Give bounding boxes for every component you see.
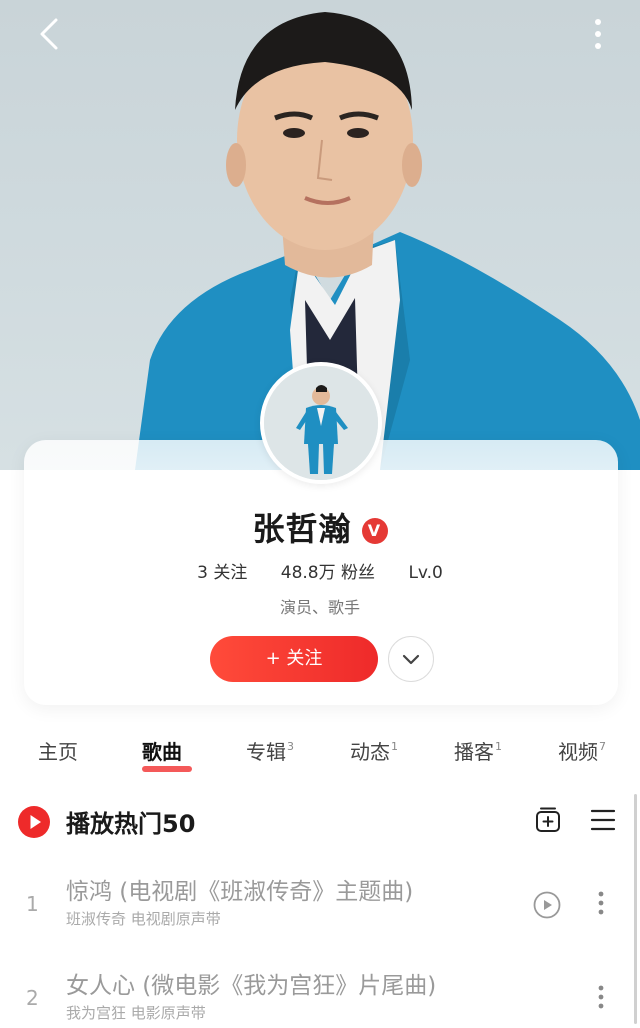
song-more-icon[interactable] [592, 888, 610, 918]
active-tab-indicator [142, 766, 192, 772]
song-list-header: 播放热门50 [0, 796, 640, 852]
following-count[interactable]: 3 关注 [197, 563, 247, 583]
verified-badge-icon: V [361, 518, 388, 544]
tab-songs[interactable]: 歌曲 [142, 736, 182, 765]
song-subtitle: 班淑传奇 电视剧原声带 [66, 910, 221, 928]
song-title: 惊鸿 (电视剧《班淑传奇》主题曲) [66, 879, 414, 905]
follow-button[interactable]: + 关注 [210, 636, 378, 682]
song-subtitle: 我为宫狂 电影原声带 [66, 1004, 206, 1022]
level-badge: Lv.0 [408, 563, 443, 583]
top-bar [0, 0, 640, 70]
tab-bar: 主页 歌曲 专辑3 动态1 播客1 视频7 [0, 736, 640, 786]
song-row[interactable]: 1 惊鸿 (电视剧《班淑传奇》主题曲) 班淑传奇 电视剧原声带 [0, 866, 640, 956]
tab-videos[interactable]: 视频7 [558, 736, 606, 765]
play-hot-title[interactable]: 播放热门50 [66, 804, 195, 839]
avatar[interactable] [260, 362, 382, 484]
multi-select-menu-icon[interactable] [590, 808, 616, 832]
tab-activity[interactable]: 动态1 [350, 736, 398, 765]
song-index: 1 [26, 892, 39, 916]
play-all-button[interactable] [18, 806, 50, 838]
artist-tags: 演员、歌手 [279, 598, 360, 617]
tab-home[interactable]: 主页 [38, 736, 78, 765]
add-to-playlist-icon[interactable] [534, 806, 562, 834]
song-title: 女人心 (微电影《我为宫狂》片尾曲) [66, 973, 437, 999]
artist-name: 张哲瀚 [252, 510, 352, 548]
chevron-left-icon[interactable] [30, 14, 70, 54]
artist-name-row: 张哲瀚 V [0, 504, 640, 550]
avatar-image [264, 366, 378, 480]
tab-albums[interactable]: 专辑3 [246, 736, 294, 765]
song-row[interactable]: 2 女人心 (微电影《我为宫狂》片尾曲) 我为宫狂 电影原声带 [0, 960, 640, 1028]
mv-play-icon[interactable] [532, 890, 562, 920]
fans-count[interactable]: 48.8万 粉丝 [281, 563, 375, 583]
song-more-icon[interactable] [592, 982, 610, 1012]
tab-podcast[interactable]: 播客1 [454, 736, 502, 765]
more-vertical-icon[interactable] [586, 14, 610, 54]
stats-row: 3 关注 48.8万 粉丝 Lv.0 [0, 558, 640, 583]
song-index: 2 [26, 986, 39, 1010]
play-icon [30, 815, 41, 829]
chevron-down-icon [402, 654, 420, 665]
expand-button[interactable] [388, 636, 434, 682]
scrollbar[interactable] [634, 794, 637, 1024]
